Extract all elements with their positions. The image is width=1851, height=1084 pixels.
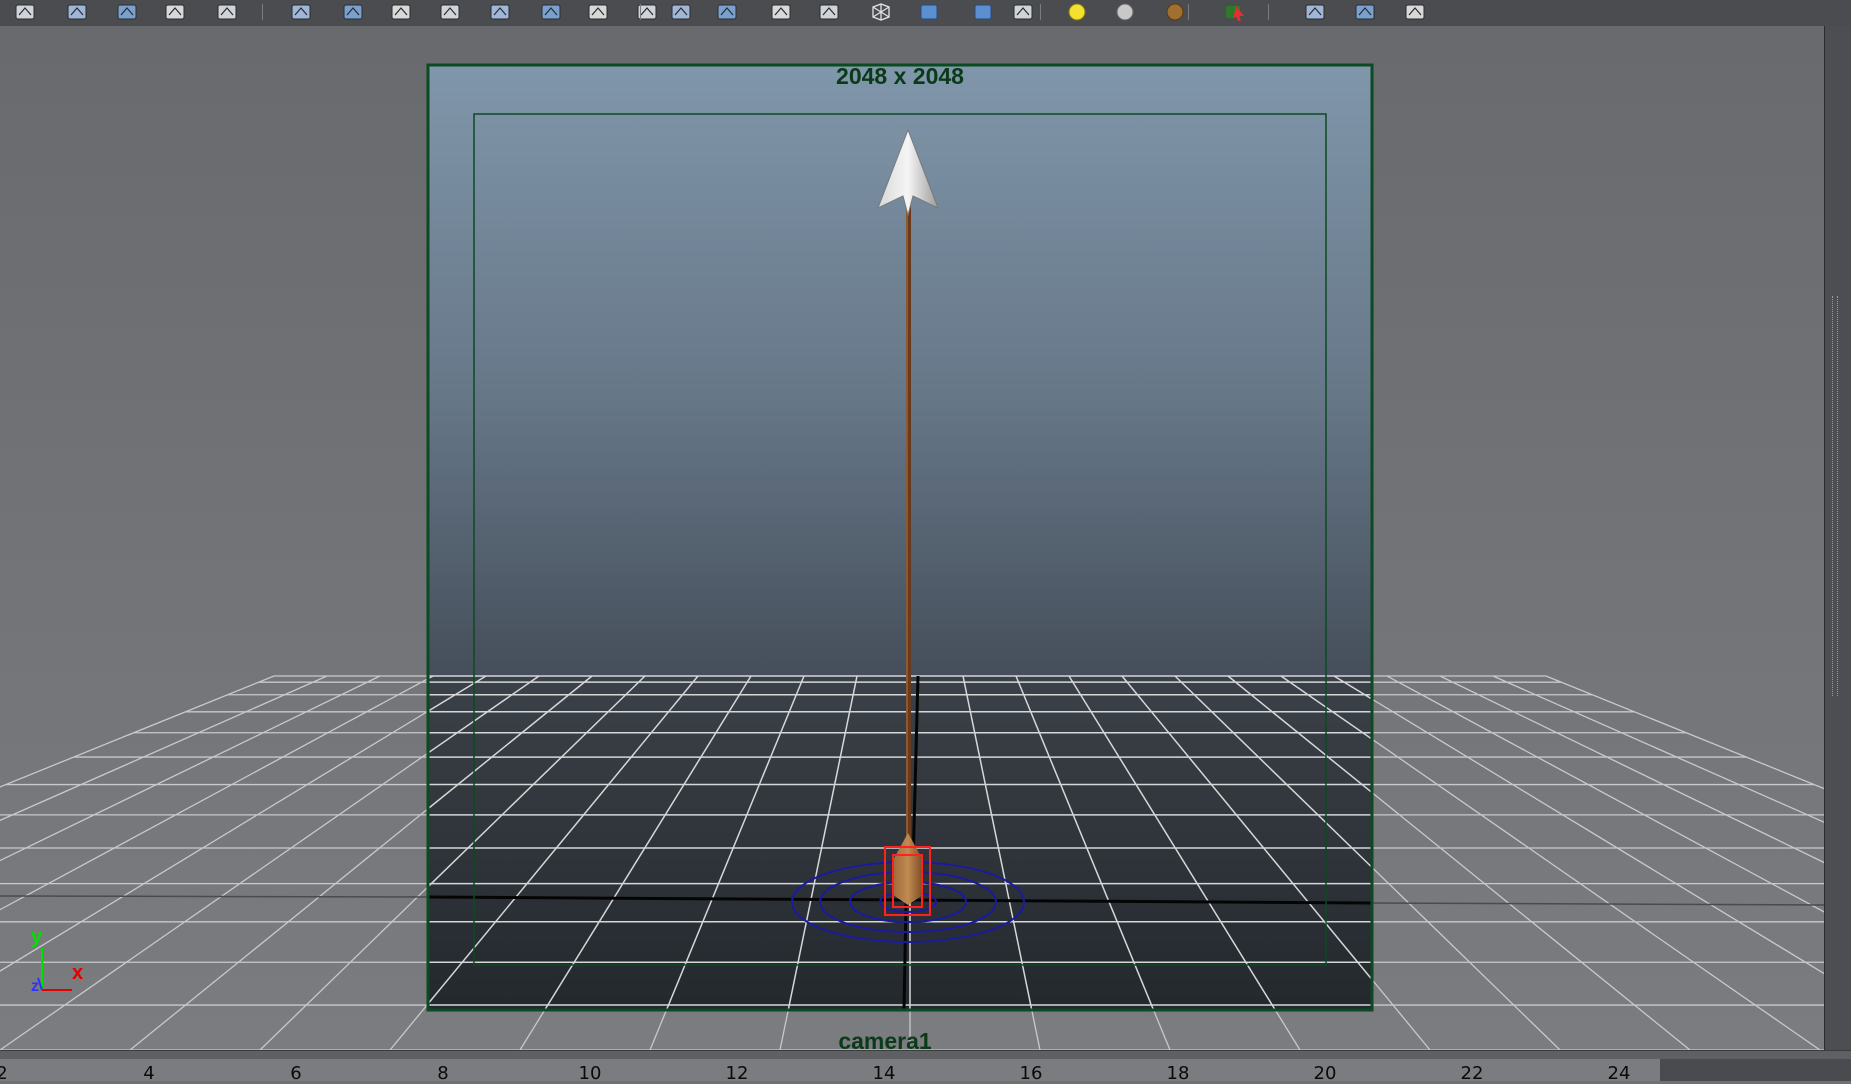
ambient-occlusion-icon[interactable]	[1160, 1, 1190, 23]
safe-title-icon[interactable]	[814, 1, 844, 23]
axis-y-label: y	[31, 926, 43, 948]
timeline-tick-label: 22	[1460, 1063, 1484, 1084]
time-slider-end	[1660, 1059, 1851, 1081]
timeline-tick-label: 18	[1166, 1063, 1190, 1084]
timeline-tick-label: 16	[1019, 1063, 1043, 1084]
timeline-tick-label: 6	[290, 1063, 302, 1084]
timeline-tick-label: 4	[143, 1063, 155, 1084]
scene-canvas[interactable]	[0, 26, 1824, 1050]
xray-joints-icon[interactable]	[1350, 1, 1380, 23]
film-gate-icon[interactable]	[583, 1, 613, 23]
field-chart-icon[interactable]	[712, 1, 742, 23]
camera-attributes-icon[interactable]	[286, 1, 316, 23]
gate-mask-icon[interactable]	[666, 1, 696, 23]
timeline-tick-label: 10	[578, 1063, 602, 1084]
time-slider[interactable]: 2 4 6 8 10 12 14 16 18 20 22 24	[0, 1050, 1851, 1084]
axis-z-label: z	[31, 978, 39, 995]
default-light-icon[interactable]	[1062, 1, 1092, 23]
isolate-select-icon[interactable]	[1220, 1, 1250, 23]
camera-name-label: camera1	[838, 1028, 932, 1050]
grease-pencil-icon[interactable]	[485, 1, 515, 23]
wireframe-icon[interactable]	[866, 1, 896, 23]
timeline-tick-label: 12	[725, 1063, 749, 1084]
2d-pan-zoom-icon[interactable]	[435, 1, 465, 23]
perspective-viewport[interactable]: 2048 x 2048 camera1 y z x	[0, 26, 1824, 1050]
viewport-side-handle[interactable]	[1824, 26, 1851, 1050]
timeline-tick-label: 24	[1607, 1063, 1631, 1084]
hypershade-icon[interactable]	[160, 1, 190, 23]
resize-grip[interactable]	[1832, 296, 1838, 696]
copy-icon[interactable]	[62, 1, 92, 23]
paint-icon[interactable]	[212, 1, 242, 23]
toolbar-separator	[262, 4, 263, 20]
time-slider-track[interactable]	[0, 1059, 1660, 1081]
image-plane-icon[interactable]	[386, 1, 416, 23]
resolution-gate-label: 2048 x 2048	[836, 63, 964, 89]
xray-components-icon[interactable]	[1400, 1, 1430, 23]
xray-icon[interactable]	[1300, 1, 1330, 23]
gate-ground-plane	[428, 675, 1372, 1010]
toolbar-separator	[1040, 4, 1041, 20]
toolbar-separator	[1188, 4, 1189, 20]
timeline-tick-label: 20	[1313, 1063, 1337, 1084]
texture-icon[interactable]	[1008, 1, 1038, 23]
horizon-line-left	[0, 895, 429, 898]
snap-icon[interactable]	[10, 1, 40, 23]
shadows-icon[interactable]	[1110, 1, 1140, 23]
timeline-tick-label: 14	[872, 1063, 896, 1084]
toolbar-separator	[1268, 4, 1269, 20]
smooth-shade-icon[interactable]	[914, 1, 944, 23]
render-region-icon[interactable]	[112, 1, 142, 23]
timeline-tick-label: 2	[0, 1063, 8, 1084]
z-axis-line	[902, 902, 908, 1010]
resolution-gate-icon[interactable]	[632, 1, 662, 23]
bookmark-icon[interactable]	[338, 1, 368, 23]
panel-toolbar	[0, 0, 1851, 27]
shaded-wireframe-icon[interactable]	[968, 1, 998, 23]
toolbar-separator	[640, 4, 641, 20]
axis-x-label: x	[72, 962, 84, 984]
timeline-tick-label: 8	[437, 1063, 449, 1084]
grid-icon[interactable]	[536, 1, 566, 23]
safe-action-icon[interactable]	[766, 1, 796, 23]
